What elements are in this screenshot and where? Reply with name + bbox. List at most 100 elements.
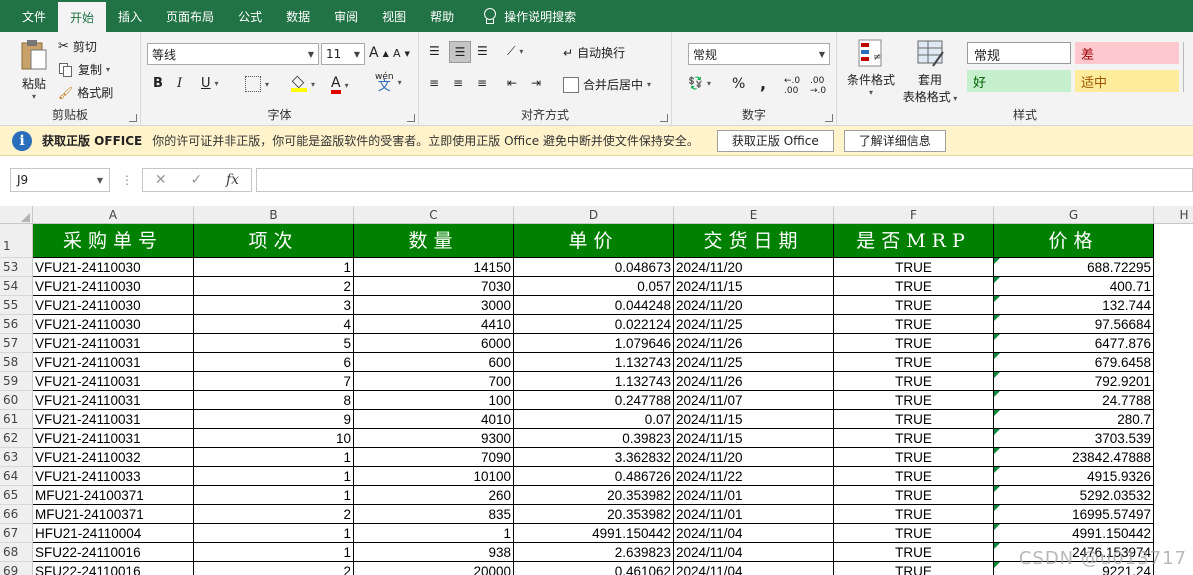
cell-date[interactable]: 2024/11/01	[674, 486, 834, 505]
merge-center-button[interactable]: 合并后居中 ▾	[563, 76, 651, 93]
tab-help[interactable]: 帮助	[418, 0, 466, 32]
cell-mrp[interactable]: TRUE	[834, 524, 994, 543]
header-cell-amount[interactable]: 价格	[994, 224, 1154, 258]
fill-color-button[interactable]: ▾	[291, 75, 315, 92]
cell-qty[interactable]: 1	[354, 524, 514, 543]
cell-amount[interactable]: 3703.539	[994, 429, 1154, 448]
cell-item[interactable]: 7	[194, 372, 354, 391]
phonetic-button[interactable]: wén 文 ▾	[375, 72, 402, 93]
cell-item[interactable]: 1	[194, 543, 354, 562]
cell-date[interactable]: 2024/11/26	[674, 334, 834, 353]
cell-date[interactable]: 2024/11/04	[674, 562, 834, 575]
cell-po[interactable]: VFU21-24110031	[33, 410, 194, 429]
header-cell-item[interactable]: 项次	[194, 224, 354, 258]
cell-po[interactable]: SFU22-24110016	[33, 562, 194, 575]
row-header[interactable]: 68	[0, 543, 33, 562]
cell-item[interactable]: 10	[194, 429, 354, 448]
align-right-button[interactable]: ≡	[477, 76, 487, 90]
cell-po[interactable]: VFU21-24110031	[33, 429, 194, 448]
header-cell-date[interactable]: 交货日期	[674, 224, 834, 258]
format-as-table-button[interactable]: 套用 表格格式 ▾	[899, 38, 961, 105]
row-header[interactable]: 64	[0, 467, 33, 486]
tab-home[interactable]: 开始	[58, 2, 107, 32]
header-cell-price[interactable]: 单价	[514, 224, 674, 258]
cell-po[interactable]: VFU21-24110033	[33, 467, 194, 486]
cell-date[interactable]: 2024/11/01	[674, 505, 834, 524]
cell-po[interactable]: VFU21-24110031	[33, 334, 194, 353]
select-all-button[interactable]	[0, 206, 33, 224]
cell-qty[interactable]: 4410	[354, 315, 514, 334]
number-format-select[interactable]: 常规 ▼	[688, 43, 830, 65]
comma-button[interactable]: ,	[760, 74, 766, 93]
tab-page-layout[interactable]: 页面布局	[154, 0, 226, 32]
clipboard-launcher-icon[interactable]	[129, 114, 137, 122]
column-header-e[interactable]: E	[674, 206, 834, 224]
cell-date[interactable]: 2024/11/07	[674, 391, 834, 410]
column-header-g[interactable]: G	[994, 206, 1154, 224]
cell-qty[interactable]: 20000	[354, 562, 514, 575]
cell-amount[interactable]: 5292.03532	[994, 486, 1154, 505]
cell-mrp[interactable]: TRUE	[834, 372, 994, 391]
cell-amount[interactable]: 4991.150442	[994, 524, 1154, 543]
align-bottom-button[interactable]: ☰	[477, 44, 488, 58]
styles-scroll-icon[interactable]	[1183, 42, 1191, 92]
row-header[interactable]: 56	[0, 315, 33, 334]
cell-price[interactable]: 4991.150442	[514, 524, 674, 543]
cell-date[interactable]: 2024/11/25	[674, 315, 834, 334]
cell-amount[interactable]: 4915.9326	[994, 467, 1154, 486]
row-header[interactable]: 57	[0, 334, 33, 353]
enter-icon[interactable]: ✓	[190, 172, 202, 188]
cell-mrp[interactable]: TRUE	[834, 315, 994, 334]
cell-po[interactable]: VFU21-24110031	[33, 372, 194, 391]
font-launcher-icon[interactable]	[407, 114, 415, 122]
cell-amount[interactable]: 400.71	[994, 277, 1154, 296]
cell-item[interactable]: 1	[194, 448, 354, 467]
cell-item[interactable]: 4	[194, 315, 354, 334]
cell-date[interactable]: 2024/11/15	[674, 277, 834, 296]
cell-date[interactable]: 2024/11/26	[674, 372, 834, 391]
cell-price[interactable]: 20.353982	[514, 486, 674, 505]
cell-price[interactable]: 0.486726	[514, 467, 674, 486]
cell-date[interactable]: 2024/11/15	[674, 429, 834, 448]
shrink-font-button[interactable]: A ▼	[393, 47, 410, 60]
cell-date[interactable]: 2024/11/04	[674, 524, 834, 543]
cell-date[interactable]: 2024/11/04	[674, 543, 834, 562]
cancel-icon[interactable]: ✕	[155, 172, 167, 188]
accounting-format-button[interactable]: 💱 ▾	[688, 76, 711, 90]
row-header[interactable]: 63	[0, 448, 33, 467]
paste-button[interactable]: 粘贴 ▾	[12, 38, 56, 102]
cell-po[interactable]: VFU21-24110031	[33, 353, 194, 372]
cell-price[interactable]: 1.079646	[514, 334, 674, 353]
font-name-select[interactable]: 等线 ▼	[147, 43, 319, 65]
row-header[interactable]: 53	[0, 258, 33, 277]
cell-price[interactable]: 1.132743	[514, 372, 674, 391]
style-bad[interactable]: 差	[1075, 42, 1179, 64]
cell-po[interactable]: VFU21-24110031	[33, 391, 194, 410]
cell-po[interactable]: MFU21-24100371	[33, 486, 194, 505]
cell-po[interactable]: VFU21-24110030	[33, 258, 194, 277]
tab-view[interactable]: 视图	[370, 0, 418, 32]
cell-date[interactable]: 2024/11/25	[674, 353, 834, 372]
row-header[interactable]: 65	[0, 486, 33, 505]
cell-date[interactable]: 2024/11/15	[674, 410, 834, 429]
alignment-launcher-icon[interactable]	[660, 114, 668, 122]
cell-amount[interactable]: 24.7788	[994, 391, 1154, 410]
cell-amount[interactable]: 6477.876	[994, 334, 1154, 353]
cell-qty[interactable]: 835	[354, 505, 514, 524]
cell-po[interactable]: SFU22-24110016	[33, 543, 194, 562]
cell-mrp[interactable]: TRUE	[834, 258, 994, 277]
cell-item[interactable]: 2	[194, 505, 354, 524]
row-header-1[interactable]: 1	[0, 224, 33, 258]
cell-po[interactable]: VFU21-24110032	[33, 448, 194, 467]
row-header[interactable]: 66	[0, 505, 33, 524]
tab-data[interactable]: 数据	[274, 0, 322, 32]
cell-qty[interactable]: 7090	[354, 448, 514, 467]
format-painter-button[interactable]: 🖌 格式刷	[58, 84, 113, 101]
cell-mrp[interactable]: TRUE	[834, 296, 994, 315]
style-neutral[interactable]: 适中	[1075, 70, 1179, 92]
row-header[interactable]: 55	[0, 296, 33, 315]
align-left-button[interactable]: ≡	[429, 76, 439, 90]
cell-qty[interactable]: 600	[354, 353, 514, 372]
cell-mrp[interactable]: TRUE	[834, 429, 994, 448]
cell-date[interactable]: 2024/11/20	[674, 258, 834, 277]
